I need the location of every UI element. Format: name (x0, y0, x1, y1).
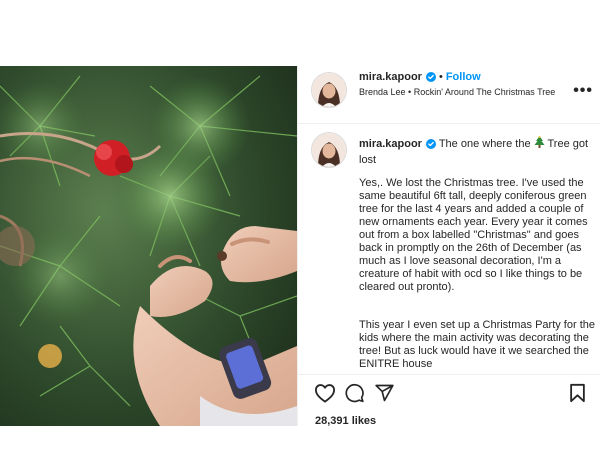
action-bar: 28,391 likes (298, 374, 600, 427)
heart-icon[interactable] (314, 383, 336, 408)
verified-badge-icon (425, 72, 436, 85)
caption-area: mira.kapoor The one where the Tree got l… (298, 124, 600, 374)
caption-title-text: The one where the (438, 138, 531, 150)
post-video[interactable] (0, 66, 297, 426)
username-link[interactable]: mira.kapoor (359, 71, 422, 83)
christmas-tree-icon (534, 136, 545, 152)
christmas-tree-photo (0, 66, 297, 426)
separator-dot: • (438, 71, 443, 83)
caption-paragraph: This year I even set up a Christmas Part… (359, 319, 595, 370)
post-header: mira.kapoor • Follow Brenda Lee • Rockin' … (298, 66, 600, 124)
instagram-post: mira.kapoor • Follow Brenda Lee • Rockin' … (0, 66, 600, 427)
more-options-icon[interactable]: ••• (573, 82, 593, 100)
caption-username[interactable]: mira.kapoor (359, 138, 422, 150)
post-sidebar: mira.kapoor • Follow Brenda Lee • Rockin' … (297, 66, 600, 427)
header-user-line: mira.kapoor • Follow (359, 71, 481, 85)
bookmark-icon[interactable] (569, 383, 586, 408)
caption-avatar[interactable] (311, 132, 347, 168)
share-icon[interactable] (374, 383, 395, 408)
follow-button[interactable]: Follow (446, 71, 481, 83)
avatar[interactable] (311, 72, 347, 108)
comment-icon[interactable] (344, 383, 365, 408)
caption-title: mira.kapoor The one where the Tree got l… (359, 136, 589, 167)
caption-paragraph: Yes,. We lost the Christmas tree. I've u… (359, 177, 588, 293)
verified-badge-icon (425, 139, 436, 153)
likes-count[interactable]: 28,391 likes (315, 415, 376, 427)
music-attribution[interactable]: Brenda Lee • Rockin' Around The Christma… (359, 86, 559, 98)
